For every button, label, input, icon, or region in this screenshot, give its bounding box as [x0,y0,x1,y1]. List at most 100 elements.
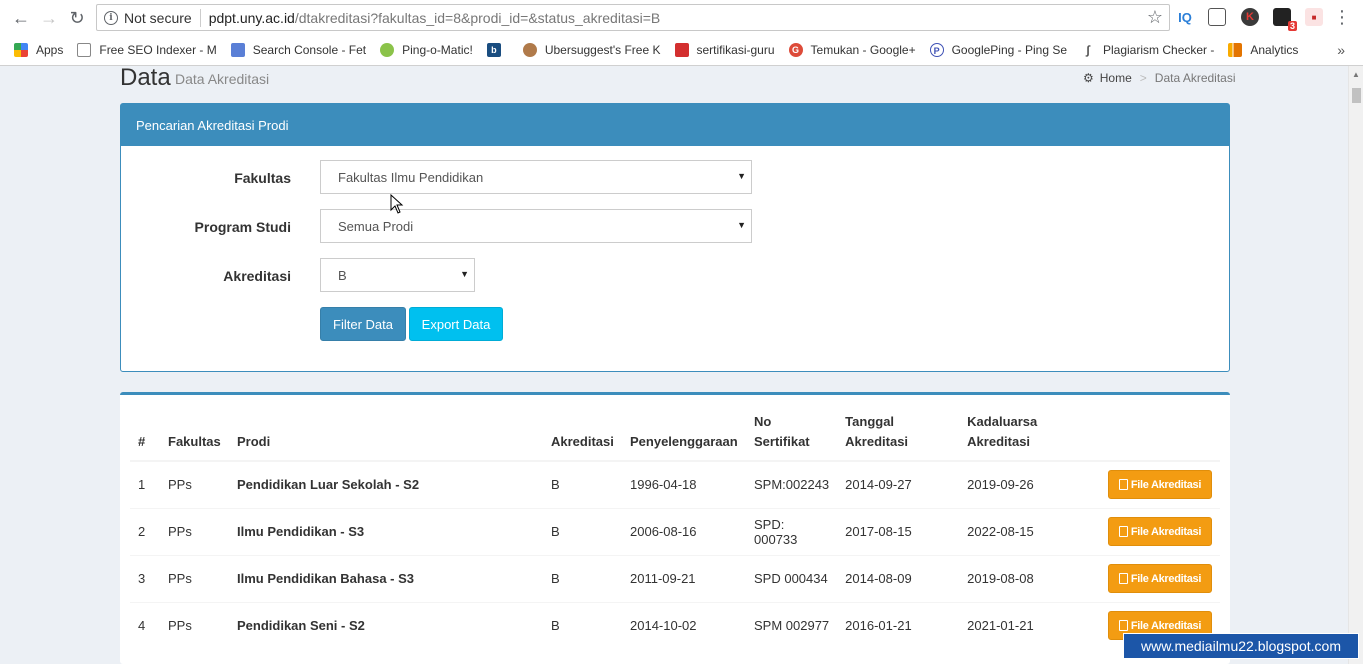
cell-no-sertifikat: SPM:002243 [746,460,838,508]
bookmark-free-seo-indexer[interactable]: Free SEO Indexer - M [77,43,217,57]
bookmark-red-icon [674,43,689,57]
column-header-prodi: Prodi [229,408,543,462]
akreditasi-label: Akreditasi [223,268,291,284]
address-bar[interactable]: i Not secure pdpt.uny.ac.id/dtakreditasi… [96,4,1170,31]
table-row: 3 PPs Ilmu Pendidikan Bahasa - S3 B 2011… [130,554,1220,602]
file-button-label: File Akreditasi [1130,619,1202,632]
file-akreditasi-button[interactable]: File Akreditasi [1108,517,1212,546]
file-akreditasi-button[interactable]: File Akreditasi [1108,470,1212,500]
cell-penyelenggaraan: 2006-08-16 [622,507,746,555]
search-box-header: Pencarian Akreditasi Prodi [121,104,1229,146]
table-row: 4 PPs Pendidikan Seni - S2 B 2014-10-02 … [130,601,1220,649]
results-box: # Fakultas Prodi Akreditasi Penyelenggar… [120,392,1230,664]
browser-menu-icon[interactable]: ⋮ [1333,7,1351,28]
url-host[interactable]: pdpt.uny.ac.id [209,10,295,26]
pdf-file-icon [1118,620,1128,632]
cell-tanggal: 2016-01-21 [837,601,960,649]
cell-fakultas: PPs [160,507,229,555]
bookmark-sertifikasi-guru[interactable]: sertifikasi-guru [674,43,775,57]
prodi-select[interactable]: Semua Prodi ▼ [320,209,752,243]
forward-icon[interactable]: → [38,7,60,29]
filter-data-button[interactable]: Filter Data [320,307,406,341]
cell-number: 4 [130,601,160,649]
pdf-file-icon [1118,479,1128,491]
analytics-icon [1228,43,1243,57]
bookmark-search-console[interactable]: Search Console - Fet [230,43,366,57]
bookmark-label: sertifikasi-guru [696,43,775,57]
cell-akreditasi: B [543,554,622,602]
akreditasi-select[interactable]: B ▼ [320,258,475,292]
cell-fakultas: PPs [160,460,229,508]
cell-akreditasi: B [543,601,622,649]
bookmark-label: Ubersuggest's Free K [544,43,661,57]
notification-extension-icon[interactable]: 3 [1273,8,1297,31]
ubersuggest-icon [522,43,537,57]
cell-prodi: Pendidikan Luar Sekolah - S2 [229,460,543,508]
plagiarism-icon: ∫ [1081,43,1095,57]
column-header-number: # [130,408,160,462]
cell-kadaluarsa: 2019-08-08 [959,554,1080,602]
column-header-penyelenggaraan: Penyelenggaraan [622,408,746,462]
bookmark-googleping[interactable]: P GooglePing - Ping Se [929,43,1067,57]
security-label[interactable]: Not secure [124,10,192,26]
bing-icon: b [486,43,501,57]
bookmark-ping-o-matic[interactable]: Ping-o-Matic! [380,43,473,57]
page-subtitle: Data Akreditasi [175,71,270,87]
back-icon[interactable]: ← [10,7,32,29]
seo-extension-icon[interactable]: ■ [1305,8,1323,26]
cell-number: 1 [130,460,160,508]
column-header-tanggal-akreditasi: Tanggal Akreditasi [837,408,960,462]
fakultas-label: Fakultas [234,170,291,186]
info-icon[interactable]: i [104,10,118,25]
bookmark-label: Ping-o-Matic! [402,43,473,57]
breadcrumb-separator: > [1139,71,1147,85]
cell-actions: File Akreditasi [1079,460,1220,508]
scroll-up-icon[interactable]: ▲ [1352,70,1360,79]
bookmarks-bar: Apps Free SEO Indexer - M Search Console… [0,36,1363,64]
bookmark-google-plus[interactable]: G Temukan - Google+ [788,43,916,57]
bookmark-analytics[interactable]: Analytics [1228,43,1298,57]
chevron-down-icon: ▼ [737,171,746,181]
apps-grid-icon [14,43,28,57]
cell-akreditasi: B [543,507,622,555]
cell-fakultas: PPs [160,554,229,602]
google-plus-icon: G [788,43,803,57]
bookmark-plagiarism-checker[interactable]: ∫ Plagiarism Checker - [1081,43,1214,57]
file-button-label: File Akreditasi [1130,478,1202,491]
column-header-actions [1079,408,1220,462]
reload-icon[interactable]: ↻ [66,7,88,29]
bookmark-label: GooglePing - Ping Se [951,43,1067,57]
cell-prodi: Pendidikan Seni - S2 [229,601,543,649]
k-extension-icon[interactable]: K [1241,8,1259,26]
iq-extension-icon[interactable]: IQ [1176,8,1194,26]
dashboard-icon: ⚙ [1083,71,1094,85]
pdf-file-icon [1118,573,1128,584]
cell-number: 2 [130,507,160,555]
bookmark-label: Analytics [1250,43,1299,57]
file-akreditasi-button[interactable]: File Akreditasi [1108,564,1212,593]
notification-badge: 3 [1287,21,1297,31]
watermark-label: www.mediailmu22.blogspot.com [1123,633,1359,659]
column-header-kadaluarsa-akreditasi: Kadaluarsa Akreditasi [959,408,1080,462]
screenshot-extension-icon[interactable] [1208,8,1226,26]
bookmark-label: Free SEO Indexer - M [99,43,217,57]
url-path[interactable]: /dtakreditasi?fakultas_id=8&prodi_id=&st… [295,10,660,26]
cell-no-sertifikat: SPM 002977 [746,601,838,649]
table-row: 1 PPs Pendidikan Luar Sekolah - S2 B 199… [130,460,1220,508]
page-scrollbar[interactable]: ▲ [1348,66,1363,664]
cell-kadaluarsa: 2022-08-15 [959,507,1080,555]
export-data-button[interactable]: Export Data [409,307,503,341]
cell-actions: File Akreditasi [1079,554,1220,602]
cell-kadaluarsa: 2019-09-26 [959,460,1080,508]
bookmark-bing[interactable]: b [486,43,509,57]
bookmarks-overflow-icon[interactable]: » [1337,42,1345,58]
scrollbar-thumb[interactable] [1352,88,1361,103]
breadcrumb-home[interactable]: Home [1100,71,1132,85]
fakultas-select[interactable]: Fakultas Ilmu Pendidikan ▼ [320,160,752,194]
bookmark-star-icon[interactable]: ☆ [1147,7,1163,28]
column-header-fakultas: Fakultas [160,408,229,462]
cell-fakultas: PPs [160,601,229,649]
cell-akreditasi: B [543,460,622,508]
bookmark-ubersuggest[interactable]: Ubersuggest's Free K [522,43,661,57]
bookmark-apps[interactable]: Apps [14,43,63,57]
